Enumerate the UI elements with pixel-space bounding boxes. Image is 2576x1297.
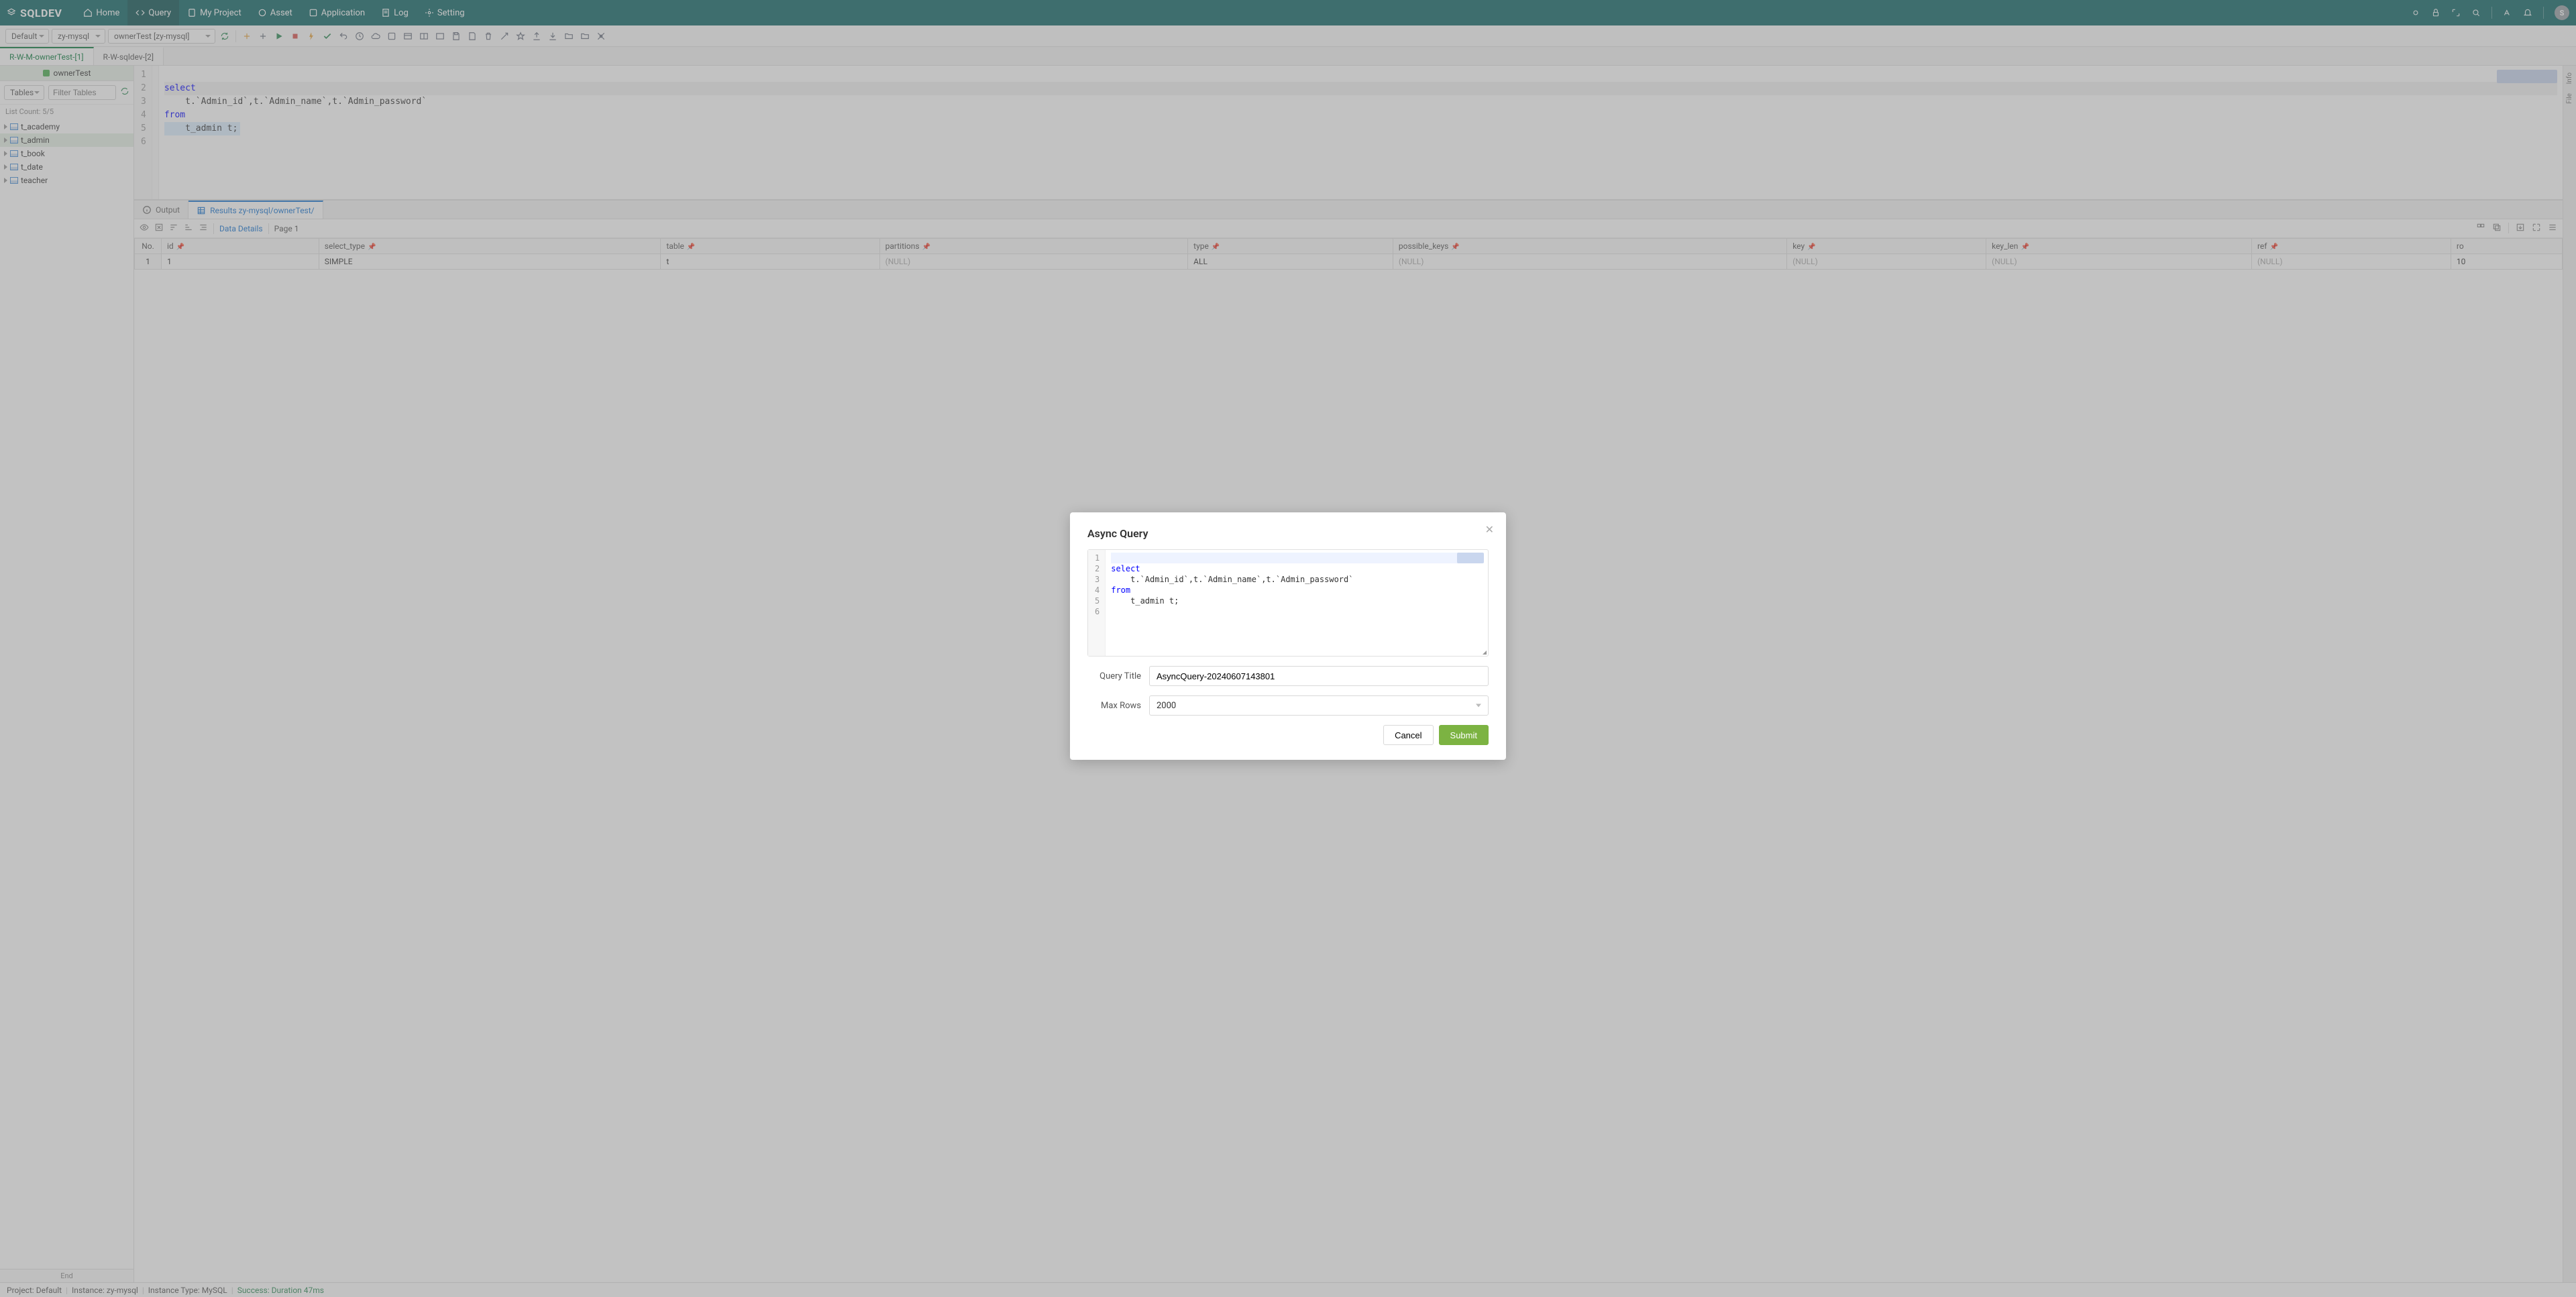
submit-button[interactable]: Submit: [1439, 725, 1489, 745]
modal-gutter: 123456: [1088, 550, 1106, 656]
modal-minimap[interactable]: [1457, 553, 1484, 563]
resize-handle[interactable]: [1480, 648, 1487, 655]
modal-code-lines[interactable]: select t.`Admin_id`,t.`Admin_name`,t.`Ad…: [1106, 550, 1488, 656]
modal-sql-editor[interactable]: 123456 select t.`Admin_id`,t.`Admin_name…: [1087, 549, 1489, 657]
query-title-input[interactable]: [1149, 666, 1489, 686]
cancel-button[interactable]: Cancel: [1383, 725, 1433, 745]
max-rows-value: 2000: [1157, 701, 1176, 711]
modal-close-icon[interactable]: ✕: [1485, 523, 1494, 536]
max-rows-select[interactable]: 2000: [1149, 695, 1489, 716]
max-rows-row: Max Rows 2000: [1087, 695, 1489, 716]
async-query-modal: Async Query ✕ 123456 select t.`Admin_id`…: [1070, 512, 1506, 760]
modal-title: Async Query: [1087, 527, 1489, 540]
modal-footer: Cancel Submit: [1087, 725, 1489, 745]
query-title-row: Query Title: [1087, 666, 1489, 686]
query-title-label: Query Title: [1087, 671, 1141, 681]
max-rows-label: Max Rows: [1087, 701, 1141, 711]
